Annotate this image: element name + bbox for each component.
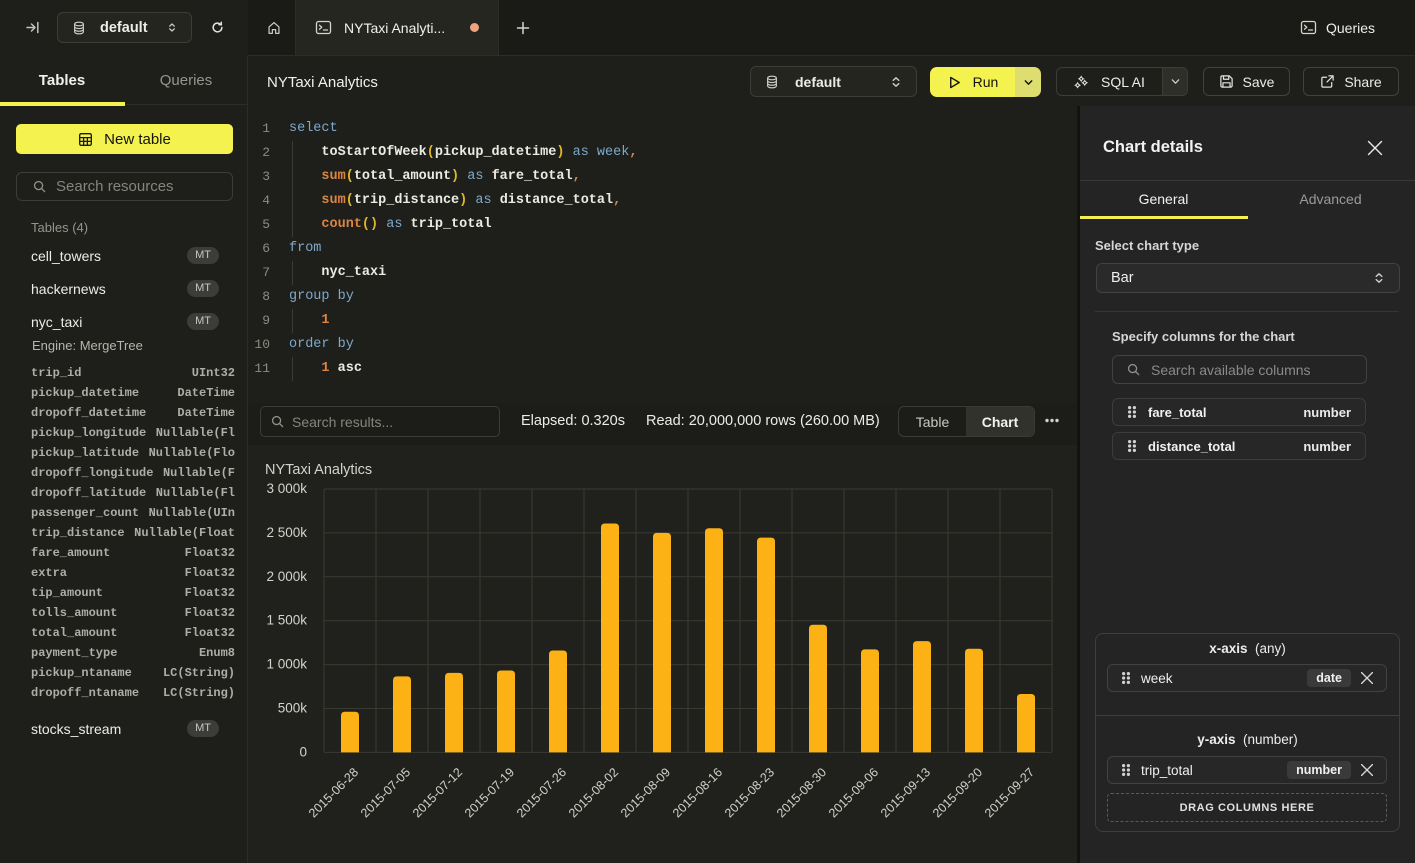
svg-text:500k: 500k bbox=[278, 701, 308, 716]
svg-text:2015-07-26: 2015-07-26 bbox=[514, 765, 569, 820]
svg-text:2015-07-12: 2015-07-12 bbox=[410, 765, 465, 820]
svg-text:NYTaxi Analytics: NYTaxi Analytics bbox=[265, 462, 372, 478]
svg-text:2015-09-20: 2015-09-20 bbox=[930, 765, 985, 820]
svg-text:1 500k: 1 500k bbox=[266, 613, 307, 628]
svg-text:2015-08-02: 2015-08-02 bbox=[566, 765, 621, 820]
svg-text:1 000k: 1 000k bbox=[266, 657, 307, 672]
svg-text:2015-09-27: 2015-09-27 bbox=[982, 765, 1037, 820]
svg-text:2015-08-23: 2015-08-23 bbox=[722, 765, 777, 820]
svg-text:2 000k: 2 000k bbox=[266, 569, 307, 584]
svg-text:2015-08-30: 2015-08-30 bbox=[774, 765, 829, 820]
svg-text:2015-08-09: 2015-08-09 bbox=[618, 765, 673, 820]
svg-text:2 500k: 2 500k bbox=[266, 525, 307, 540]
svg-text:3 000k: 3 000k bbox=[266, 481, 307, 496]
svg-text:0: 0 bbox=[299, 744, 307, 759]
svg-text:2015-06-28: 2015-06-28 bbox=[306, 765, 361, 820]
svg-text:2015-08-16: 2015-08-16 bbox=[670, 765, 725, 820]
svg-text:2015-07-19: 2015-07-19 bbox=[462, 765, 517, 820]
svg-text:2015-09-06: 2015-09-06 bbox=[826, 765, 881, 820]
svg-text:2015-07-05: 2015-07-05 bbox=[358, 765, 413, 820]
svg-text:2015-09-13: 2015-09-13 bbox=[878, 765, 933, 820]
